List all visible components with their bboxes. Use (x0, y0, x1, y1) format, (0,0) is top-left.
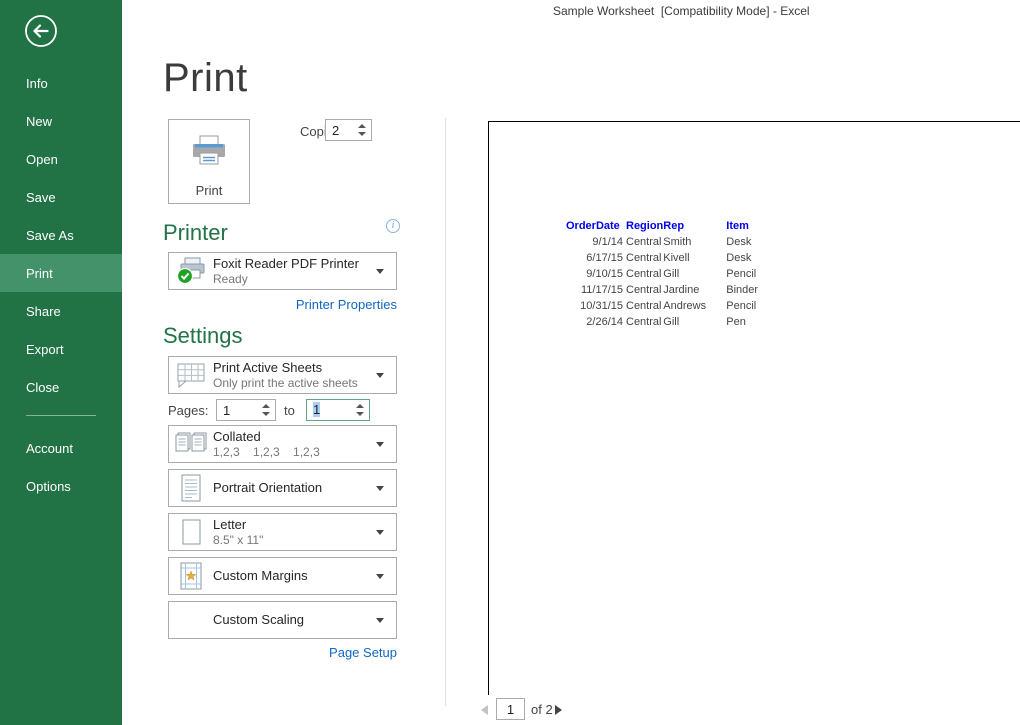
table-row: 6/17/15CentralKivellDesk (566, 250, 772, 266)
paper-size-dropdown[interactable]: Letter 8.5" x 11" (168, 513, 397, 551)
margins-dropdown[interactable]: Custom Margins (168, 557, 397, 595)
next-page-icon[interactable] (555, 705, 562, 715)
column-header: Region (626, 218, 663, 234)
page-title: Print (163, 56, 248, 101)
page-number-input[interactable] (497, 699, 524, 719)
printer-icon (169, 134, 249, 177)
column-header: OrderDate (566, 218, 626, 234)
pages-to-stepper[interactable]: 1 (306, 399, 370, 421)
spin-down-icon[interactable] (262, 412, 270, 416)
printer-name: Foxit Reader PDF Printer (213, 256, 376, 272)
print-what-dropdown[interactable]: Print Active Sheets Only print the activ… (168, 356, 397, 394)
printer-device-icon (169, 256, 213, 286)
spin-down-icon[interactable] (358, 132, 366, 136)
paper-size-sublabel: 8.5" x 11" (213, 533, 376, 547)
sidebar-item-new[interactable]: New (0, 102, 122, 140)
collated-icon (169, 431, 213, 458)
table-row: 10/31/15CentralAndrewsPencil (566, 298, 772, 314)
printer-status: Ready (213, 272, 376, 286)
pages-to-value[interactable]: 1 (313, 402, 320, 417)
printer-select-text: Foxit Reader PDF Printer Ready (213, 256, 376, 286)
orientation-dropdown[interactable]: Portrait Orientation (168, 469, 397, 507)
custom-margins-icon (169, 561, 213, 591)
collation-dropdown[interactable]: Collated 1,2,3 1,2,3 1,2,3 (168, 425, 397, 463)
preview-table-head-row: OrderDateRegionRepItem (566, 218, 772, 234)
spin-up-icon[interactable] (262, 404, 270, 408)
paper-size-text: Letter 8.5" x 11" (213, 517, 376, 547)
copies-spinner-arrows (358, 120, 368, 140)
window-title: Sample Worksheet [Compatibility Mode] - … (553, 4, 810, 18)
sidebar-item-close[interactable]: Close (0, 368, 122, 406)
margins-text: Custom Margins (213, 568, 376, 584)
spin-up-icon[interactable] (358, 124, 366, 128)
back-arrow-icon (24, 35, 58, 52)
active-sheets-icon (169, 362, 213, 389)
sidebar-item-account[interactable]: Account (0, 429, 122, 467)
pages-to-spinner-arrows (356, 400, 366, 420)
paper-size-label: Letter (213, 517, 376, 533)
table-row: 11/17/15CentralJardineBinder (566, 282, 772, 298)
printer-section-heading: Printer (163, 220, 228, 246)
chevron-down-icon (376, 530, 396, 535)
print-button-label: Print (169, 183, 249, 198)
letter-page-icon (169, 517, 213, 547)
sidebar-item-options[interactable]: Options (0, 467, 122, 505)
back-button[interactable] (24, 14, 58, 48)
spin-down-icon[interactable] (356, 412, 364, 416)
chevron-down-icon (376, 618, 396, 623)
scaling-label: Custom Scaling (213, 612, 376, 628)
column-header: Item (726, 218, 772, 234)
table-row: 9/10/15CentralGillPencil (566, 266, 772, 282)
spin-up-icon[interactable] (356, 404, 364, 408)
preview-table-body: 9/1/14CentralSmithDesk6/17/15CentralKive… (566, 234, 772, 330)
printer-select[interactable]: Foxit Reader PDF Printer Ready (168, 252, 397, 290)
pages-to-label: to (284, 403, 295, 418)
printer-properties-link[interactable]: Printer Properties (168, 297, 397, 312)
copies-stepper[interactable] (325, 119, 372, 141)
orientation-label: Portrait Orientation (213, 480, 376, 496)
portrait-page-icon (169, 473, 213, 503)
chevron-down-icon (376, 486, 396, 491)
print-button[interactable]: Print (168, 119, 250, 204)
print-preview-page: OrderDateRegionRepItem 9/1/14CentralSmit… (488, 121, 1020, 695)
info-icon[interactable]: i (386, 219, 400, 233)
print-what-text: Print Active Sheets Only print the activ… (213, 360, 376, 390)
page-setup-link[interactable]: Page Setup (168, 645, 397, 660)
column-header: Rep (663, 218, 726, 234)
sidebar-item-save-as[interactable]: Save As (0, 216, 122, 254)
preview-table: OrderDateRegionRepItem 9/1/14CentralSmit… (566, 218, 772, 330)
sidebar-menu: Info New Open Save Save As Print Share E… (0, 64, 122, 505)
pages-from-stepper[interactable] (216, 399, 276, 421)
sidebar-item-share[interactable]: Share (0, 292, 122, 330)
chevron-down-icon (376, 442, 396, 447)
margins-label: Custom Margins (213, 568, 376, 584)
sidebar-item-open[interactable]: Open (0, 140, 122, 178)
print-preview-viewport: OrderDateRegionRepItem 9/1/14CentralSmit… (446, 110, 1020, 695)
sidebar-divider (26, 415, 96, 416)
page-count-label: of 2 (531, 702, 553, 717)
page-number-box[interactable] (496, 698, 525, 720)
previous-page-icon[interactable] (481, 705, 488, 715)
sidebar-item-print[interactable]: Print (0, 254, 122, 292)
print-what-label: Print Active Sheets (213, 360, 376, 376)
sidebar-item-export[interactable]: Export (0, 330, 122, 368)
sidebar-item-info[interactable]: Info (0, 64, 122, 102)
chevron-down-icon (376, 373, 396, 378)
chevron-down-icon (376, 574, 396, 579)
collation-sublabel: 1,2,3 1,2,3 1,2,3 (213, 445, 376, 459)
settings-section-heading: Settings (163, 323, 243, 349)
scaling-text: Custom Scaling (213, 612, 376, 628)
sidebar-item-save[interactable]: Save (0, 178, 122, 216)
orientation-text: Portrait Orientation (213, 480, 376, 496)
chevron-down-icon (376, 269, 396, 274)
table-row: 9/1/14CentralSmithDesk (566, 234, 772, 250)
collation-text: Collated 1,2,3 1,2,3 1,2,3 (213, 429, 376, 459)
print-what-sublabel: Only print the active sheets (213, 376, 376, 390)
table-row: 2/26/14CentralGillPen (566, 314, 772, 330)
pages-from-spinner-arrows (262, 400, 272, 420)
backstage-sidebar: Info New Open Save Save As Print Share E… (0, 0, 122, 725)
collation-label: Collated (213, 429, 376, 445)
pages-label: Pages: (168, 403, 208, 418)
scaling-dropdown[interactable]: Custom Scaling (168, 601, 397, 639)
